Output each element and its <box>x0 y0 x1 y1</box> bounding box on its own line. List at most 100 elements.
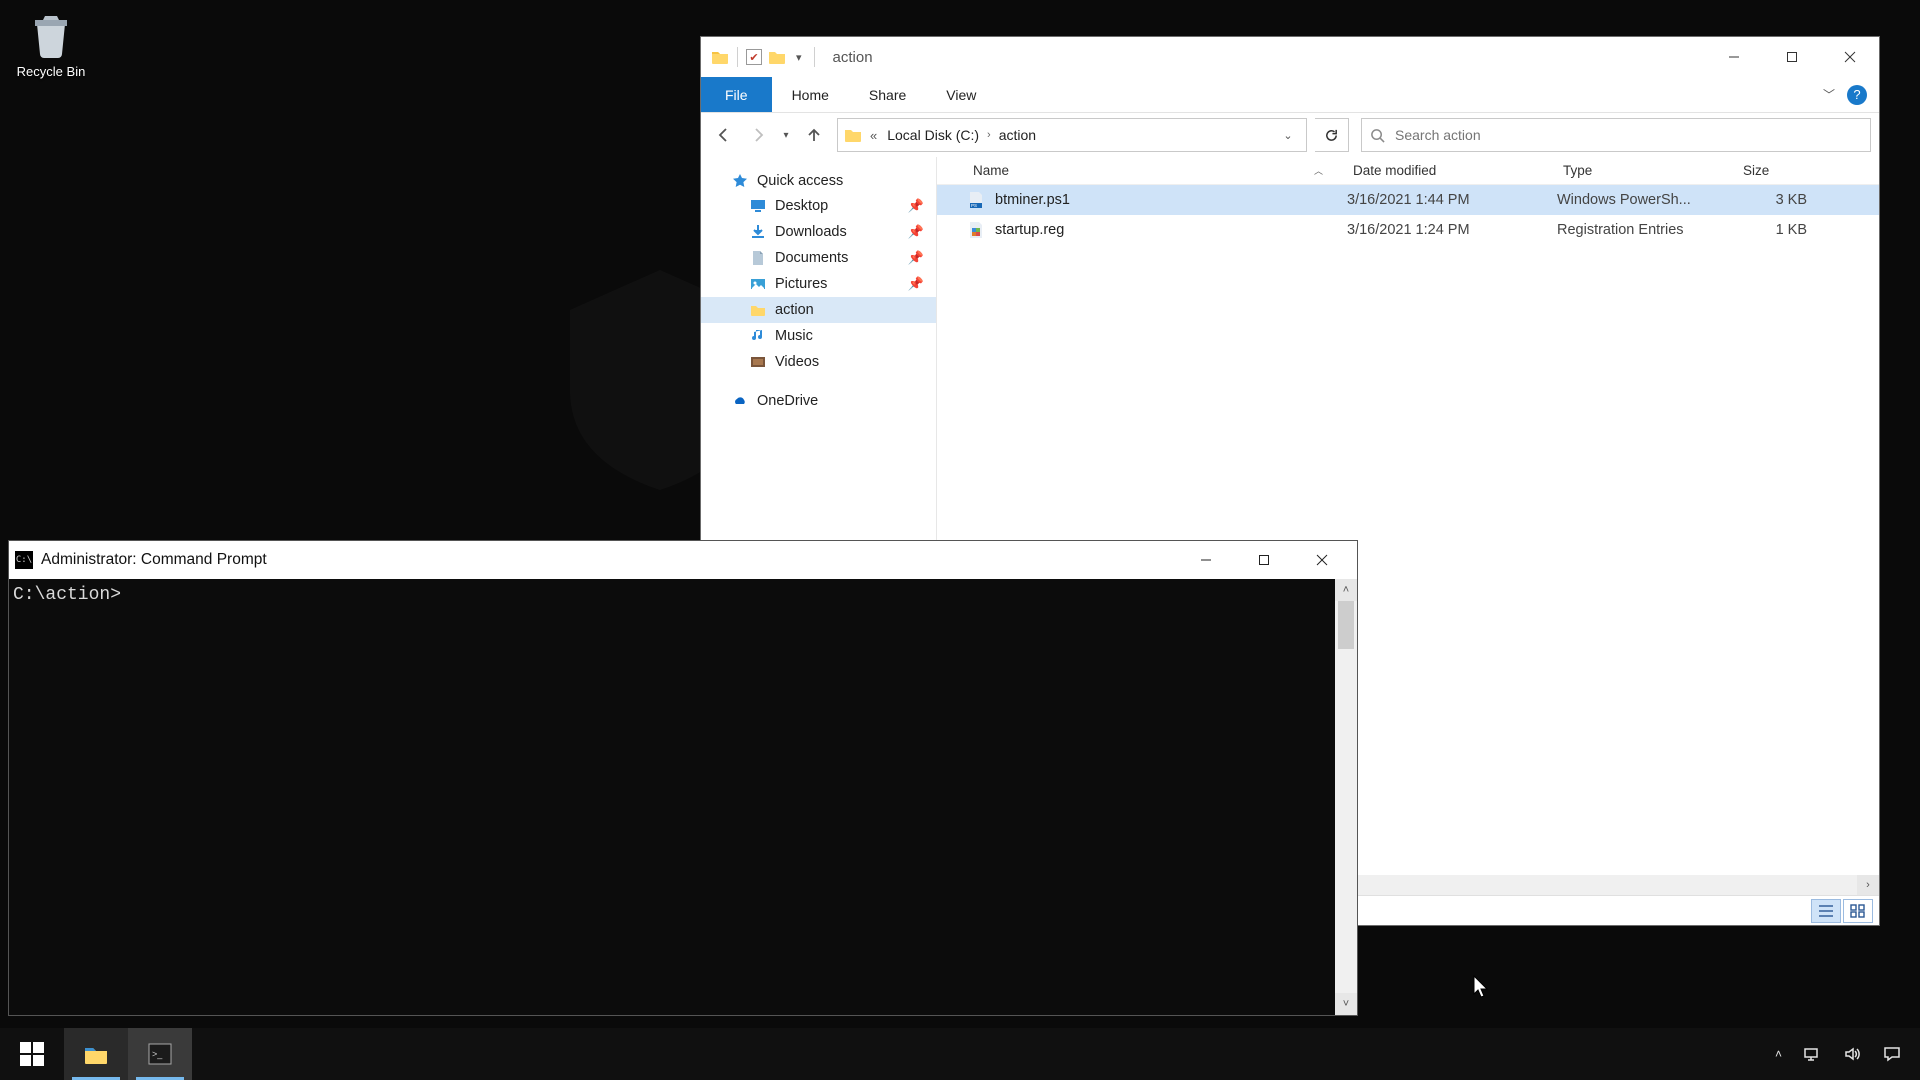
music-icon <box>749 328 767 344</box>
download-icon <box>749 224 767 240</box>
cmd-output[interactable]: C:\action> <box>9 579 1335 1015</box>
nav-downloads[interactable]: Downloads📌 <box>701 219 936 245</box>
ribbon-expand-chevron-icon[interactable]: ﹀ <box>1823 86 1835 103</box>
search-input[interactable] <box>1395 127 1862 143</box>
file-type: Registration Entries <box>1557 222 1737 238</box>
nav-back-button[interactable] <box>709 118 739 152</box>
desktop-icon <box>749 198 767 214</box>
scroll-right-button[interactable]: › <box>1857 875 1879 895</box>
column-header-name[interactable]: Name ︿ <box>967 163 1347 178</box>
recycle-bin-icon <box>27 12 75 60</box>
videos-icon <box>749 354 767 370</box>
pin-icon: 📌 <box>908 198 924 214</box>
file-size: 3 KB <box>1737 192 1807 208</box>
system-tray: ˄ <box>1757 1028 1920 1080</box>
ribbon-tab-home[interactable]: Home <box>772 77 849 112</box>
file-type: Windows PowerSh... <box>1557 192 1737 208</box>
star-icon <box>731 173 749 189</box>
ribbon-tab-file[interactable]: File <box>701 77 772 112</box>
tray-action-center-icon[interactable] <box>1882 1044 1902 1064</box>
ribbon: File Home Share View ﹀ ? <box>701 77 1879 113</box>
maximize-button[interactable] <box>1763 37 1821 77</box>
folder-icon <box>749 302 767 318</box>
file-explorer-icon <box>83 1041 109 1067</box>
pin-icon: 📌 <box>908 276 924 292</box>
column-headers[interactable]: Name ︿ Date modified Type Size <box>937 157 1879 185</box>
ribbon-tab-share[interactable]: Share <box>849 77 926 112</box>
nav-up-button[interactable] <box>799 118 829 152</box>
documents-icon <box>749 250 767 266</box>
explorer-titlebar[interactable]: ✔ ▾ action <box>701 37 1879 77</box>
quick-access-toolbar: ✔ ▾ <box>701 47 827 67</box>
cmd-title-text: Administrator: Command Prompt <box>41 551 267 569</box>
qat-customize-chevron-icon[interactable]: ▾ <box>792 51 806 64</box>
navigation-bar: ▾ « Local Disk (C:) › action ⌄ <box>701 113 1879 157</box>
file-type-icon <box>967 221 985 239</box>
breadcrumb-action[interactable]: action <box>995 127 1040 143</box>
view-details-button[interactable] <box>1811 899 1841 923</box>
address-history-chevron-icon[interactable]: ⌄ <box>1276 129 1300 142</box>
file-name: btminer.ps1 <box>995 192 1070 208</box>
address-bar[interactable]: « Local Disk (C:) › action ⌄ <box>837 118 1307 152</box>
minimize-button[interactable] <box>1705 37 1763 77</box>
tray-overflow-chevron-icon[interactable]: ˄ <box>1775 1047 1782 1061</box>
search-box[interactable] <box>1361 118 1871 152</box>
tray-network-icon[interactable] <box>1802 1044 1822 1064</box>
nav-forward-button[interactable] <box>743 118 773 152</box>
scroll-up-button[interactable]: ˄ <box>1335 579 1357 601</box>
scroll-thumb[interactable] <box>1338 601 1354 649</box>
help-icon[interactable]: ? <box>1847 85 1867 105</box>
svg-text:PS: PS <box>971 203 977 208</box>
pin-icon: 📌 <box>908 224 924 240</box>
taskbar-file-explorer[interactable] <box>64 1028 128 1080</box>
scroll-down-button[interactable]: ˅ <box>1335 993 1357 1015</box>
column-header-type[interactable]: Type <box>1557 163 1737 178</box>
ribbon-tab-view[interactable]: View <box>926 77 996 112</box>
pin-icon: 📌 <box>908 250 924 266</box>
nav-desktop[interactable]: Desktop📌 <box>701 193 936 219</box>
cmd-maximize-button[interactable] <box>1235 541 1293 579</box>
nav-onedrive[interactable]: OneDrive <box>701 389 936 413</box>
folder-icon <box>711 48 729 66</box>
cmd-close-button[interactable] <box>1293 541 1351 579</box>
file-type-icon: PS <box>967 191 985 209</box>
file-size: 1 KB <box>1737 222 1807 238</box>
mouse-cursor <box>1473 975 1491 1001</box>
file-row[interactable]: startup.reg3/16/2021 1:24 PMRegistration… <box>937 215 1879 245</box>
svg-text:>_: >_ <box>152 1049 163 1059</box>
nav-action[interactable]: action <box>701 297 936 323</box>
breadcrumb-separator-icon[interactable]: › <box>985 129 993 141</box>
nav-videos[interactable]: Videos <box>701 349 936 375</box>
nav-music[interactable]: Music <box>701 323 936 349</box>
file-name: startup.reg <box>995 222 1064 238</box>
cmd-titlebar[interactable]: C:\ Administrator: Command Prompt <box>9 541 1357 579</box>
windows-logo-icon <box>19 1041 45 1067</box>
taskbar-command-prompt[interactable]: >_ <box>128 1028 192 1080</box>
tray-volume-icon[interactable] <box>1842 1044 1862 1064</box>
qat-properties-icon[interactable]: ✔ <box>746 49 762 65</box>
cmd-minimize-button[interactable] <box>1177 541 1235 579</box>
onedrive-icon <box>731 393 749 409</box>
qat-new-folder-icon[interactable] <box>768 48 786 66</box>
window-title: action <box>827 49 873 66</box>
address-folder-icon <box>844 126 862 144</box>
close-button[interactable] <box>1821 37 1879 77</box>
nav-quick-access[interactable]: Quick access <box>701 169 936 193</box>
file-row[interactable]: PSbtminer.ps13/16/2021 1:44 PMWindows Po… <box>937 185 1879 215</box>
pictures-icon <box>749 276 767 292</box>
nav-recent-chevron-icon[interactable]: ▾ <box>777 118 795 152</box>
cmd-scrollbar[interactable]: ˄ ˅ <box>1335 579 1357 1015</box>
desktop-background[interactable]: Recycle Bin ✔ ▾ action File <box>0 0 1920 1080</box>
nav-documents[interactable]: Documents📌 <box>701 245 936 271</box>
column-header-date[interactable]: Date modified <box>1347 163 1557 178</box>
recycle-bin-desktop-icon[interactable]: Recycle Bin <box>12 12 90 79</box>
refresh-button[interactable] <box>1315 118 1349 152</box>
breadcrumb-root-chevron-icon[interactable]: « <box>866 128 881 143</box>
column-header-size[interactable]: Size <box>1737 163 1807 178</box>
view-large-icons-button[interactable] <box>1843 899 1873 923</box>
start-button[interactable] <box>0 1028 64 1080</box>
nav-pictures[interactable]: Pictures📌 <box>701 271 936 297</box>
command-prompt-icon: >_ <box>147 1041 173 1067</box>
breadcrumb-local-disk[interactable]: Local Disk (C:) <box>883 127 983 143</box>
sort-indicator-icon: ︿ <box>1314 164 1323 177</box>
